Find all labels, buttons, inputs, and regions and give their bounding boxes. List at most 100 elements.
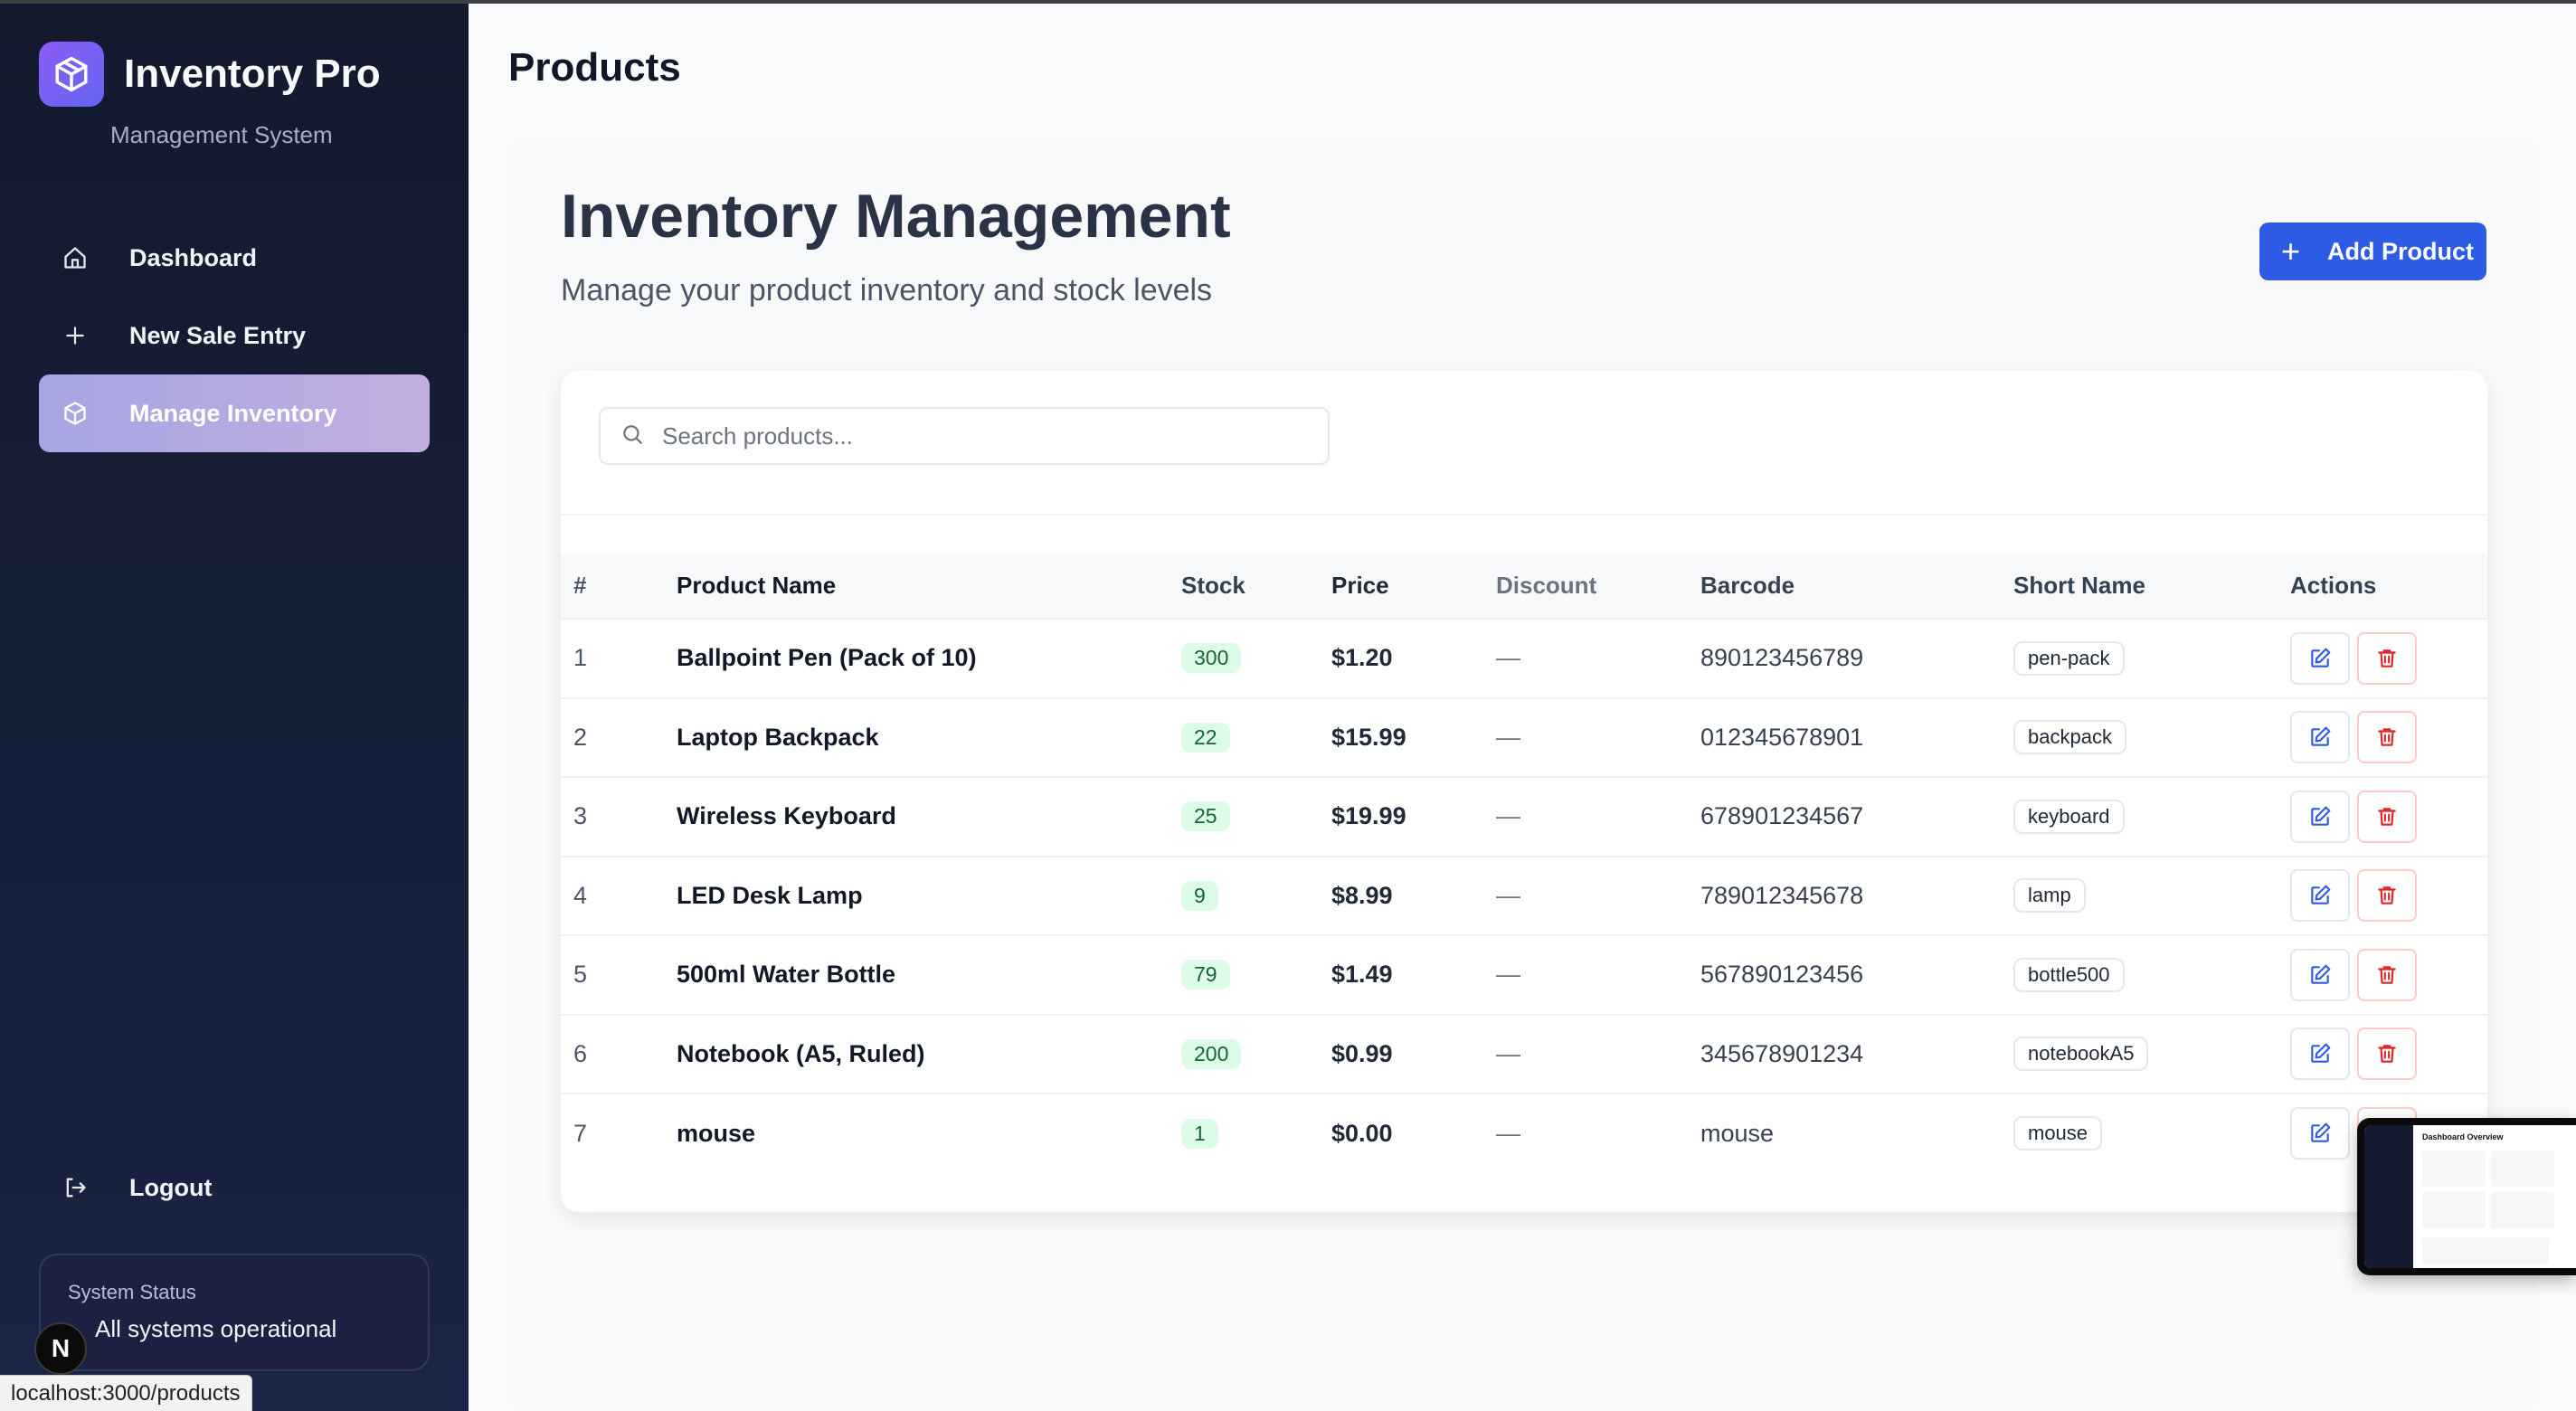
home-icon	[59, 241, 91, 274]
table-row[interactable]: 7 mouse 1 $0.00 — mouse mouse	[561, 1094, 2487, 1173]
delete-button[interactable]	[2357, 1027, 2417, 1081]
edit-button[interactable]	[2290, 790, 2350, 843]
column-header-number[interactable]: #	[561, 554, 677, 619]
sidebar-item-label: New Sale Entry	[129, 321, 307, 349]
table-row[interactable]: 1 Ballpoint Pen (Pack of 10) 300 $1.20 —…	[561, 619, 2487, 698]
search-input[interactable]	[662, 421, 1295, 450]
barcode: 678901234567	[1700, 802, 1864, 830]
discount: —	[1496, 961, 1520, 989]
edit-button[interactable]	[2290, 1027, 2350, 1081]
barcode: 012345678901	[1700, 723, 1864, 751]
stock-badge: 22	[1181, 722, 1230, 753]
barcode: mouse	[1700, 1119, 1775, 1147]
discount: —	[1496, 644, 1520, 672]
search-icon	[620, 422, 644, 450]
column-header-barcode[interactable]: Barcode	[1700, 554, 2013, 619]
edit-icon	[2311, 648, 2331, 668]
preview-content: Dashboard Overview	[2364, 1125, 2576, 1268]
barcode: 567890123456	[1700, 961, 1864, 989]
search-box[interactable]	[599, 407, 1330, 465]
stock-badge: 300	[1181, 643, 1242, 674]
price: $19.99	[1331, 802, 1406, 830]
column-header-short-name[interactable]: Short Name	[2013, 554, 2290, 619]
table-row[interactable]: 2 Laptop Backpack 22 $15.99 — 0123456789…	[561, 697, 2487, 778]
trash-icon	[2378, 808, 2396, 826]
product-name: Notebook (A5, Ruled)	[677, 1039, 925, 1067]
preview-card	[2422, 1237, 2549, 1264]
barcode: 345678901234	[1700, 1039, 1864, 1067]
stock-badge: 200	[1181, 1038, 1242, 1069]
discount: —	[1496, 723, 1520, 751]
add-product-label: Add Product	[2327, 237, 2475, 265]
screen-preview-thumbnail[interactable]: Dashboard Overview	[2357, 1118, 2576, 1275]
short-name-badge: lamp	[2013, 878, 2086, 914]
edit-button[interactable]	[2290, 631, 2350, 685]
preview-card	[2422, 1192, 2486, 1228]
delete-button[interactable]	[2357, 711, 2417, 764]
preview-card	[2422, 1151, 2486, 1187]
brand[interactable]: Inventory Pro	[39, 42, 381, 107]
edit-button[interactable]	[2290, 711, 2350, 764]
short-name-badge: backpack	[2013, 720, 2126, 755]
plus-icon	[59, 319, 91, 352]
sidebar-item-dashboard[interactable]: Dashboard	[39, 219, 430, 297]
row-number: 1	[573, 644, 588, 672]
column-header-actions: Actions	[2290, 572, 2377, 599]
sidebar-item-new-sale-entry[interactable]: New Sale Entry	[39, 297, 430, 374]
edit-icon	[2311, 964, 2331, 984]
preview-card	[2491, 1192, 2554, 1228]
table-header-row: # Product Name Stock Price Discount Barc…	[561, 554, 2487, 619]
window-top-border	[0, 0, 2576, 4]
table-body: 1 Ballpoint Pen (Pack of 10) 300 $1.20 —…	[561, 619, 2487, 1173]
sidebar-item-manage-inventory[interactable]: Manage Inventory	[39, 374, 430, 452]
section-subheading: Manage your product inventory and stock …	[561, 273, 1213, 308]
edit-button[interactable]	[2290, 1107, 2350, 1160]
add-product-button[interactable]: + Add Product	[2259, 223, 2486, 280]
system-status-label: System Status	[68, 1281, 196, 1303]
plus-icon: +	[2281, 232, 2301, 270]
logout-label: Logout	[129, 1173, 213, 1201]
table-row[interactable]: 5 500ml Water Bottle 79 $1.49 — 56789012…	[561, 935, 2487, 1015]
table-row[interactable]: 6 Notebook (A5, Ruled) 200 $0.99 — 34567…	[561, 1014, 2487, 1094]
table-row[interactable]: 3 Wireless Keyboard 25 $19.99 — 67890123…	[561, 777, 2487, 857]
column-header-discount[interactable]: Discount	[1496, 554, 1700, 619]
column-header-price[interactable]: Price	[1331, 554, 1496, 619]
delete-button[interactable]	[2357, 790, 2417, 843]
delete-button[interactable]	[2357, 948, 2417, 1001]
price: $1.20	[1331, 644, 1393, 672]
row-number: 3	[573, 802, 588, 830]
price: $1.49	[1331, 961, 1393, 989]
price: $0.99	[1331, 1039, 1393, 1067]
preview-card	[2491, 1151, 2554, 1187]
edit-button[interactable]	[2290, 869, 2350, 923]
brand-title: Inventory Pro	[124, 52, 381, 96]
trash-icon	[2378, 728, 2396, 746]
edit-button[interactable]	[2290, 948, 2350, 1001]
product-name: Wireless Keyboard	[677, 802, 896, 830]
product-name: 500ml Water Bottle	[677, 961, 896, 989]
discount: —	[1496, 1119, 1520, 1147]
stock-badge: 9	[1181, 880, 1218, 911]
product-name: mouse	[677, 1119, 756, 1147]
trash-icon	[2378, 966, 2396, 984]
trash-icon	[2378, 649, 2396, 668]
page-title: Products	[508, 45, 681, 90]
row-number: 5	[573, 961, 588, 989]
column-header-product-name[interactable]: Product Name	[677, 554, 1181, 619]
product-name: LED Desk Lamp	[677, 881, 863, 909]
delete-button[interactable]	[2357, 869, 2417, 923]
sidebar-item-label: Dashboard	[129, 243, 258, 271]
product-name: Ballpoint Pen (Pack of 10)	[677, 644, 977, 672]
logout-button[interactable]: Logout	[39, 1149, 430, 1226]
section-heading: Inventory Management	[561, 182, 1231, 251]
table-row[interactable]: 4 LED Desk Lamp 9 $8.99 — 789012345678 l…	[561, 856, 2487, 936]
delete-button[interactable]	[2357, 631, 2417, 685]
edit-icon	[2311, 1122, 2331, 1142]
trash-icon	[2378, 1045, 2396, 1063]
products-table: # Product Name Stock Price Discount Barc…	[561, 554, 2487, 1173]
column-header-stock[interactable]: Stock	[1181, 554, 1331, 619]
nextjs-dev-badge[interactable]: N	[34, 1322, 87, 1375]
barcode: 890123456789	[1700, 644, 1864, 672]
short-name-badge: notebookA5	[2013, 1037, 2149, 1072]
discount: —	[1496, 881, 1520, 909]
